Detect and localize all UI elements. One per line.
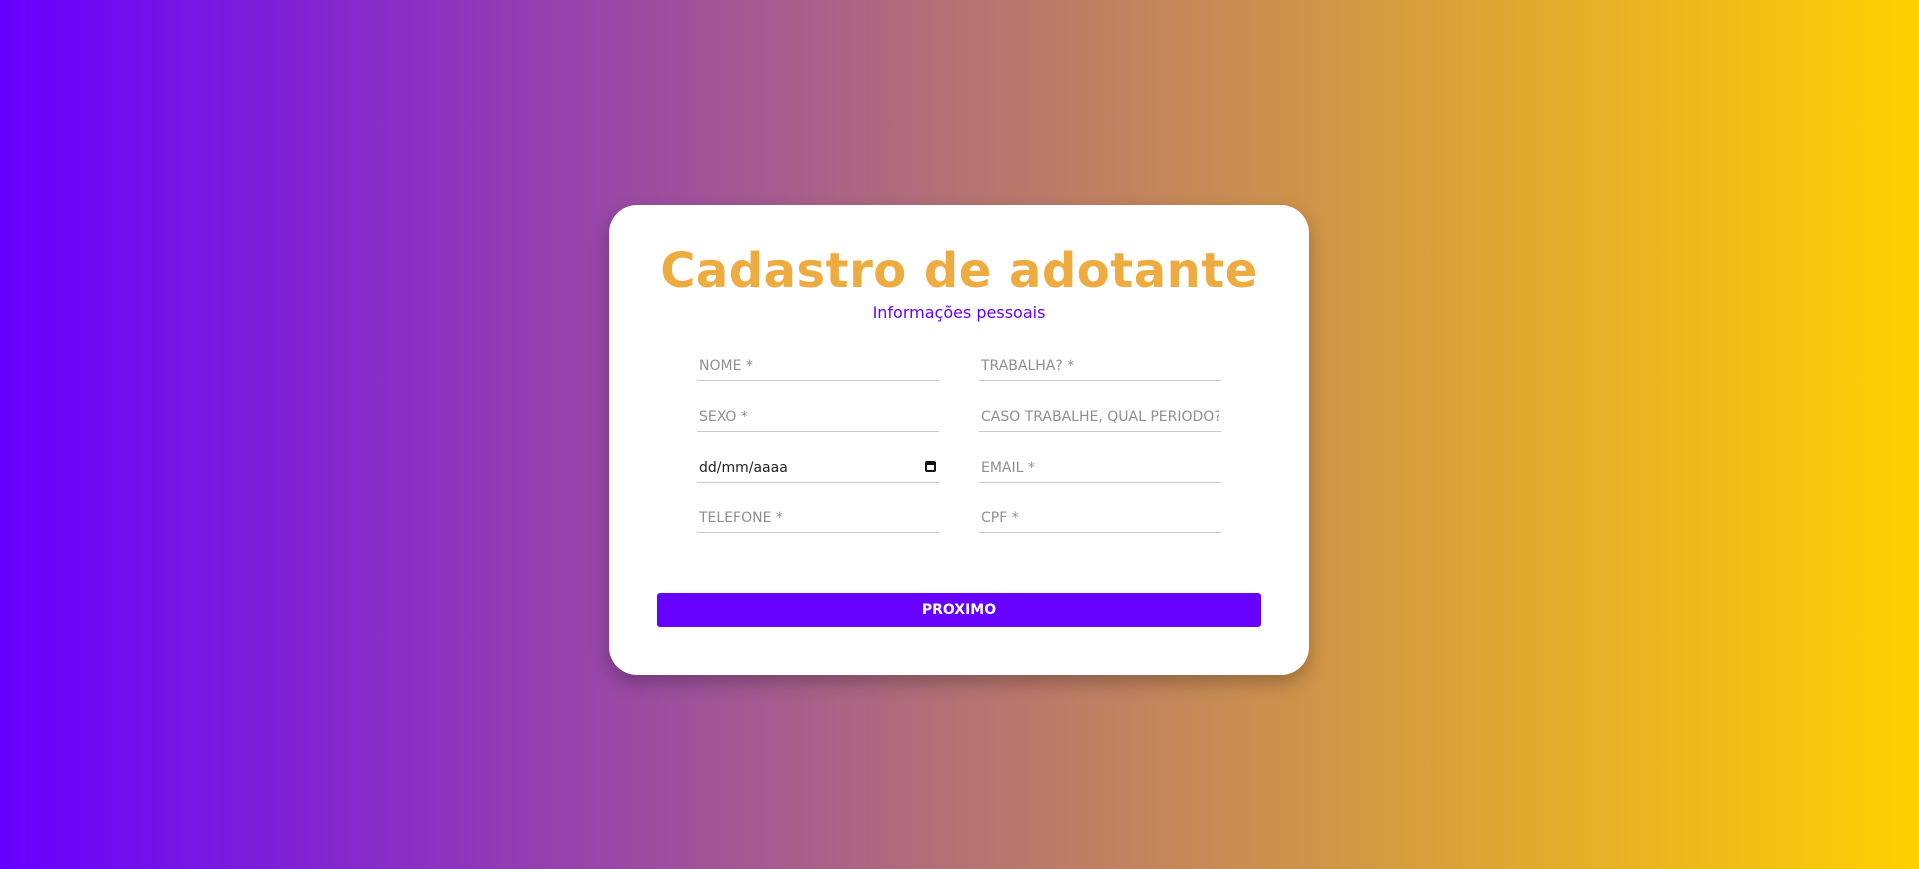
birthdate-input[interactable]: dd/mm/aaaa <box>697 453 939 483</box>
sexo-input[interactable] <box>697 402 939 432</box>
calendar-icon[interactable] <box>925 461 936 472</box>
page-subtitle: Informações pessoais <box>872 303 1046 322</box>
page-title: Cadastro de adotante <box>660 243 1258 299</box>
periodo-input[interactable] <box>979 402 1221 432</box>
cpf-input[interactable] <box>979 503 1221 533</box>
nome-input[interactable] <box>697 351 939 381</box>
telefone-input[interactable] <box>697 503 939 533</box>
next-button[interactable]: PROXIMO <box>657 593 1261 627</box>
birthdate-format: dd/mm/aaaa <box>699 460 788 476</box>
trabalha-input[interactable] <box>979 351 1221 381</box>
email-input[interactable] <box>979 453 1221 483</box>
